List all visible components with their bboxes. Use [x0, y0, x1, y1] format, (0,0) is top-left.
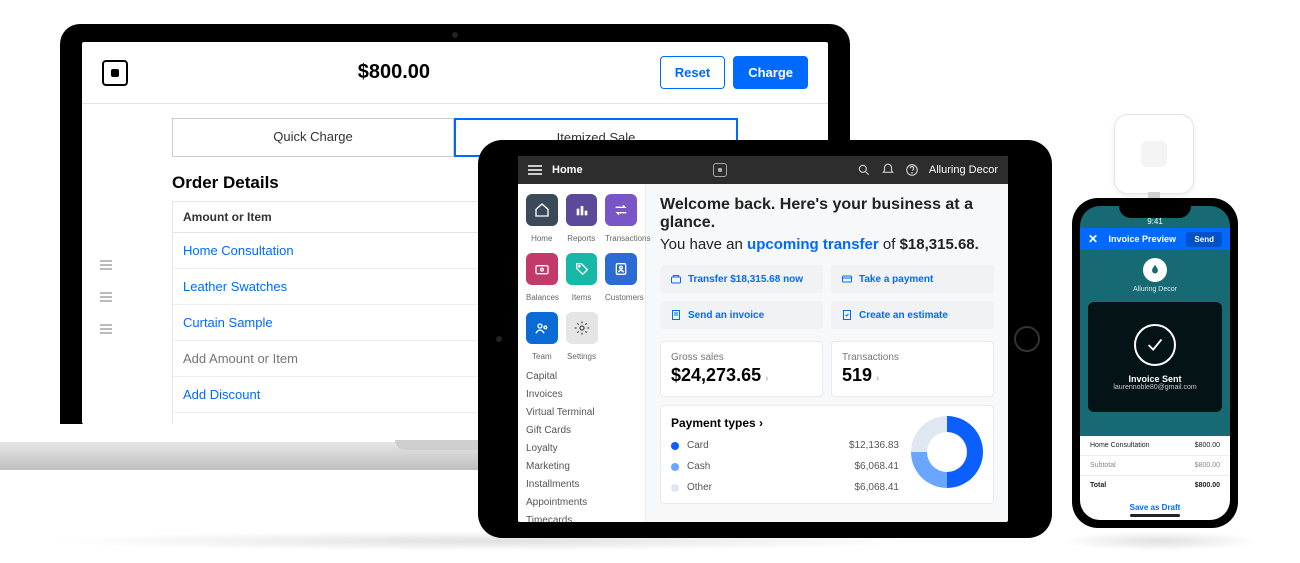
- sidebar-link[interactable]: Timecards: [526, 515, 637, 522]
- chevron-right-icon: ›: [876, 373, 879, 384]
- phone-home-indicator[interactable]: [1130, 514, 1180, 517]
- sidebar-link[interactable]: Marketing: [526, 461, 637, 472]
- sidebar-link[interactable]: Gift Cards: [526, 425, 637, 436]
- legend-dot-icon: [671, 442, 679, 450]
- tile-reports[interactable]: [566, 194, 598, 226]
- add-discount-link[interactable]: Add Discount: [183, 387, 260, 402]
- payment-types-heading[interactable]: Payment types: [671, 416, 756, 430]
- subtotal-label: Subtotal: [1090, 462, 1116, 469]
- dashboard-main: Welcome back. Here's your business at a …: [646, 184, 1008, 522]
- tile-label: Settings: [566, 352, 598, 361]
- tile-home[interactable]: [526, 194, 558, 226]
- tile-team[interactable]: [526, 312, 558, 344]
- tab-quick-charge[interactable]: Quick Charge: [172, 118, 454, 157]
- line-item-name: Home Consultation: [1090, 442, 1150, 449]
- welcome-heading: Welcome back. Here's your business at a …: [660, 196, 994, 232]
- legend-dot-icon: [671, 463, 679, 471]
- tile-customers[interactable]: [605, 253, 637, 285]
- sidebar-link[interactable]: Invoices: [526, 389, 637, 400]
- subtotal-label: Subtotal: [183, 423, 231, 424]
- invoice-sent-toast: Invoice Sent laurennoble80@gmail.com: [1088, 302, 1222, 412]
- line-item-price: $800.00: [1195, 442, 1220, 449]
- tile-label: Transactions: [605, 234, 637, 243]
- tile-settings[interactable]: [566, 312, 598, 344]
- square-logo-icon: [713, 163, 727, 177]
- sidebar-link[interactable]: Virtual Terminal: [526, 407, 637, 418]
- drag-handle-icon[interactable]: [100, 292, 112, 302]
- close-icon[interactable]: ✕: [1088, 232, 1098, 246]
- total-label: Total: [1090, 482, 1106, 489]
- charge-button[interactable]: Charge: [733, 56, 808, 89]
- chevron-right-icon: ›: [765, 373, 768, 384]
- tablet-home-button[interactable]: [1014, 326, 1040, 352]
- action-transfer[interactable]: Transfer $18,315.68 now: [660, 265, 823, 293]
- action-create-estimate[interactable]: Create an estimate: [831, 301, 994, 329]
- menu-icon[interactable]: [528, 165, 542, 175]
- tile-balances[interactable]: [526, 253, 558, 285]
- stat-gross-sales[interactable]: Gross sales $24,273.65›: [660, 341, 823, 397]
- tile-items[interactable]: [566, 253, 598, 285]
- help-icon[interactable]: [905, 163, 919, 177]
- square-reader-device: [1114, 114, 1194, 194]
- payment-row: Other$6,068.41: [671, 482, 899, 493]
- payment-types-donut-chart: [911, 416, 983, 488]
- bell-icon[interactable]: [881, 163, 895, 177]
- checkmark-circle-icon: [1134, 324, 1176, 366]
- chevron-right-icon: ›: [759, 416, 763, 430]
- tile-label: Team: [526, 352, 558, 361]
- upcoming-transfer-link[interactable]: upcoming transfer: [747, 236, 879, 253]
- invoice-summary-sheet: Home Consultation$800.00 Subtotal$800.00…: [1080, 436, 1230, 520]
- legend-dot-icon: [671, 484, 679, 492]
- phone-notch: [1119, 200, 1191, 218]
- drag-handle-icon[interactable]: [100, 324, 112, 334]
- action-take-payment[interactable]: Take a payment: [831, 265, 994, 293]
- send-button[interactable]: Send: [1186, 232, 1222, 247]
- drag-handle-icon[interactable]: [100, 260, 112, 270]
- phone-device: 9:41 ✕ Invoice Preview Send Alluring Dec…: [1072, 198, 1238, 528]
- search-icon[interactable]: [857, 163, 871, 177]
- invoice-app: 9:41 ✕ Invoice Preview Send Alluring Dec…: [1080, 206, 1230, 520]
- tablet-camera: [496, 336, 502, 342]
- square-logo-icon: [102, 60, 128, 86]
- tile-transactions[interactable]: [605, 194, 637, 226]
- dashboard-topbar: Home Alluring Decor: [518, 156, 1008, 184]
- tile-label: Items: [566, 293, 597, 302]
- sidebar-link[interactable]: Appointments: [526, 497, 637, 508]
- sidebar-link[interactable]: Installments: [526, 479, 637, 490]
- tile-label: Reports: [566, 234, 598, 243]
- sidebar-link[interactable]: Loyalty: [526, 443, 637, 454]
- dashboard-sidebar: Home Reports Transactions Balances Items Cus…: [518, 184, 646, 522]
- welcome-subheading: You have an upcoming transfer of $18,315…: [660, 236, 994, 253]
- tile-label: Customers: [605, 293, 637, 302]
- shadow: [1060, 531, 1260, 551]
- invoice-title: Invoice Preview: [1108, 234, 1176, 244]
- charge-amount: $800.00: [128, 61, 660, 84]
- merchant-brand: Alluring Decor: [1080, 250, 1230, 301]
- payment-types-card: Payment types › Card$12,136.83 Cash$6,06…: [660, 405, 994, 504]
- merchant-logo-icon: [1143, 258, 1167, 282]
- topbar-section: Home: [552, 164, 583, 176]
- payment-row: Cash$6,068.41: [671, 461, 899, 472]
- sidebar-link[interactable]: Capital: [526, 371, 637, 382]
- tile-label: Balances: [526, 293, 558, 302]
- account-name[interactable]: Alluring Decor: [929, 164, 998, 176]
- stat-transactions[interactable]: Transactions 519›: [831, 341, 994, 397]
- reset-button[interactable]: Reset: [660, 56, 725, 89]
- tablet-device: Home Alluring Decor Home Reports Transacti…: [478, 140, 1052, 538]
- action-send-invoice[interactable]: Send an invoice: [660, 301, 823, 329]
- payment-row: Card$12,136.83: [671, 440, 899, 451]
- invoice-header: ✕ Invoice Preview Send: [1080, 228, 1230, 250]
- shadow: [40, 531, 940, 551]
- tile-label: Home: [526, 234, 558, 243]
- laptop-camera: [452, 32, 458, 38]
- dashboard-app: Home Alluring Decor Home Reports Transacti…: [518, 156, 1008, 522]
